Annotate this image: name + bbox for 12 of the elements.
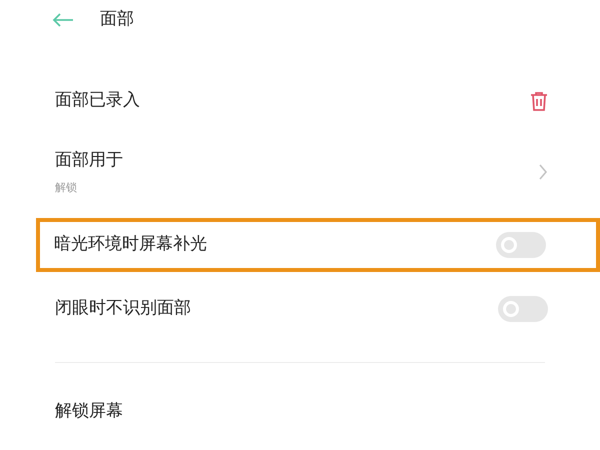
setting-label: 面部已录入 [55,89,140,112]
setting-label: 暗光环境时屏幕补光 [54,233,207,256]
setting-label: 面部用于 [55,149,123,172]
trash-icon[interactable] [530,91,548,111]
back-arrow-icon[interactable] [52,13,74,27]
chevron-right-icon [538,164,548,180]
setting-label: 闭眼时不识别面部 [55,297,191,320]
toggle-switch[interactable] [496,232,546,258]
toggle-switch[interactable] [498,296,548,322]
section-title: 解锁屏幕 [55,401,123,421]
setting-subtitle: 解锁 [55,180,78,196]
page-title: 面部 [100,8,134,32]
